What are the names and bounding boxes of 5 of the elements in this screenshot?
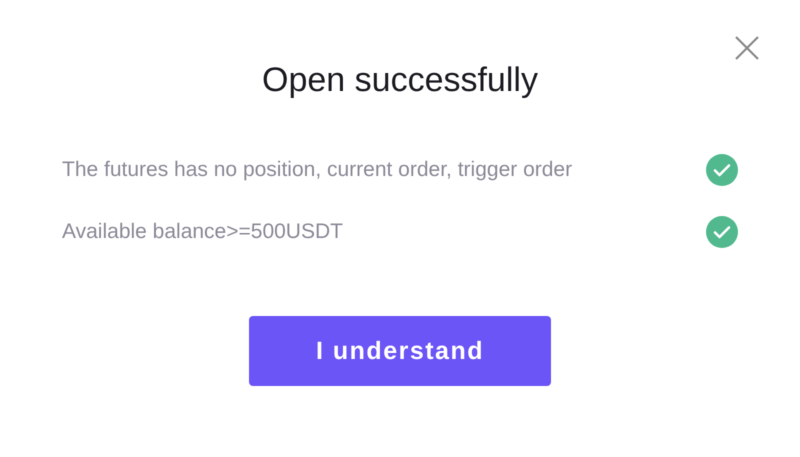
- condition-text: The futures has no position, current order, trigger order: [62, 158, 572, 182]
- dialog-title: Open successfully: [262, 60, 538, 101]
- condition-text: Available balance>=500USDT: [62, 220, 343, 244]
- understand-button[interactable]: I understand: [249, 316, 551, 386]
- close-button[interactable]: [733, 34, 761, 62]
